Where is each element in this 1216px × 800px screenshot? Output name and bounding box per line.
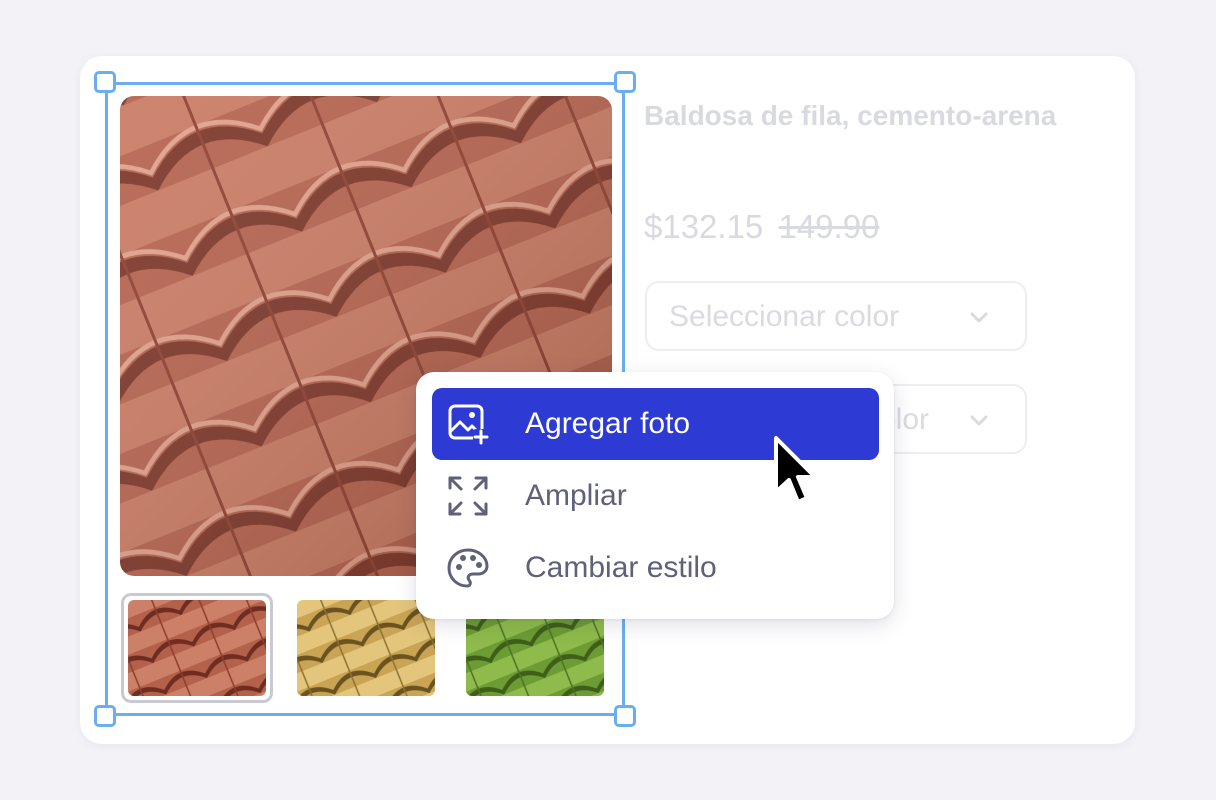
add-photo-icon (448, 404, 489, 445)
menu-item-change-style[interactable]: Cambiar estilo (432, 532, 879, 604)
mouse-cursor-icon (774, 436, 817, 504)
expand-icon (448, 476, 488, 516)
resize-handle-top-right[interactable] (614, 71, 636, 93)
menu-item-label: Agregar foto (525, 407, 691, 440)
context-menu: Agregar foto Ampliar Cambiar estilo (416, 372, 894, 619)
chevron-down-icon (970, 415, 988, 426)
product-title: Baldosa de fila, cemento-arena (644, 100, 1057, 131)
color-select[interactable]: Seleccionar color (645, 281, 1027, 351)
menu-item-label: Cambiar estilo (525, 551, 717, 584)
price-current: $132.15 (644, 208, 764, 245)
resize-handle-top-left[interactable] (94, 71, 116, 93)
chevron-down-icon (970, 312, 988, 323)
palette-icon (447, 548, 489, 588)
color-select-label: Seleccionar color (669, 300, 900, 333)
menu-item-label: Ampliar (525, 479, 627, 512)
price-original: 149.90 (778, 208, 880, 245)
resize-handle-bottom-left[interactable] (94, 705, 116, 727)
product-price: $132.15 149.90 (644, 208, 879, 246)
resize-handle-bottom-right[interactable] (614, 705, 636, 727)
